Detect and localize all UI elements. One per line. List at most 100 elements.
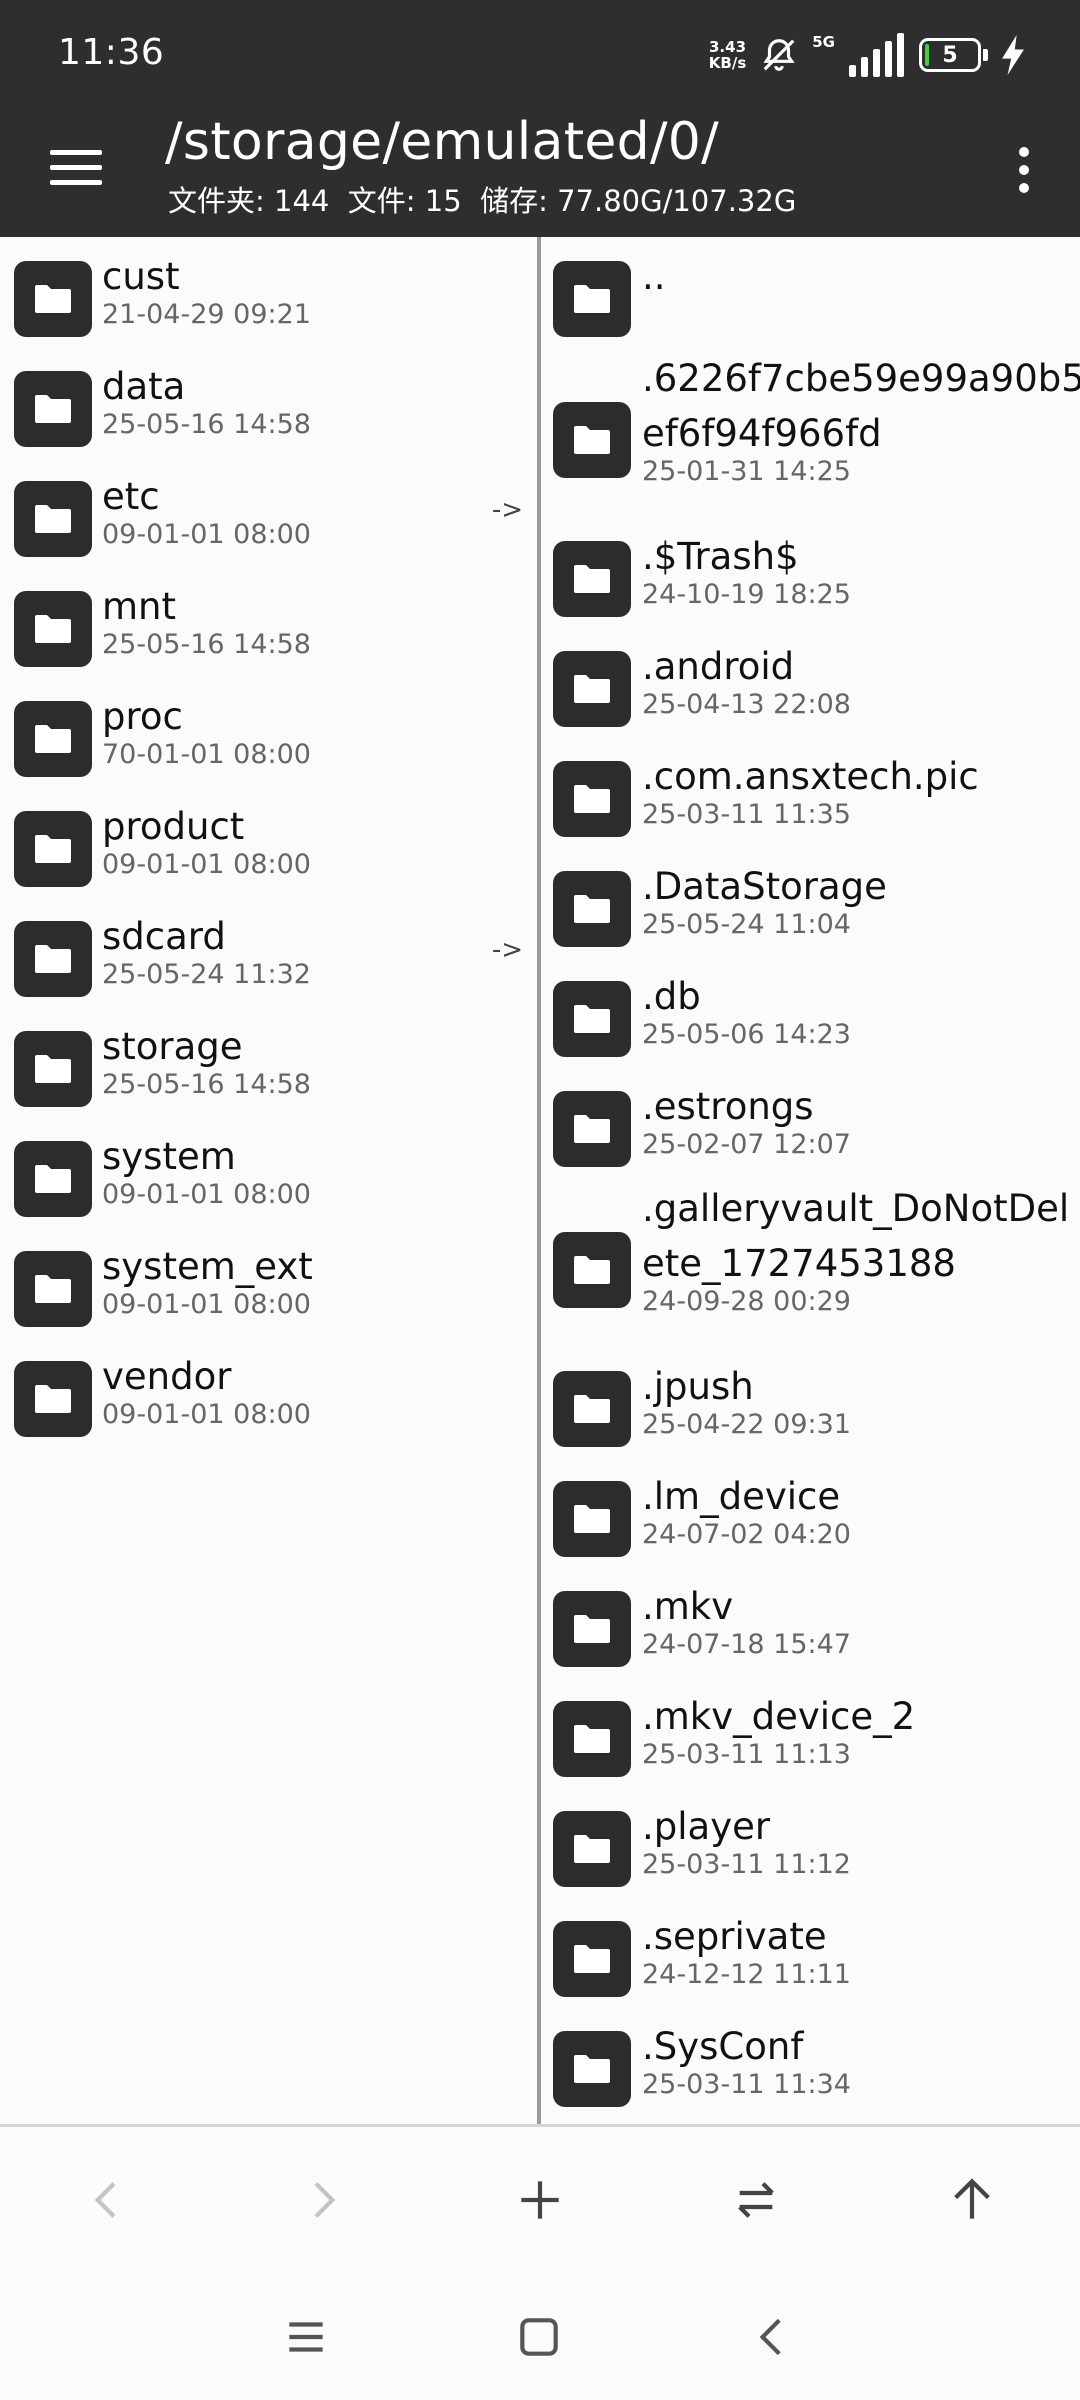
- folder-glyph: [35, 615, 71, 643]
- recents-button[interactable]: [261, 2292, 351, 2382]
- folder-glyph: [35, 285, 71, 313]
- folder-icon: [14, 1361, 92, 1437]
- parent-folder-button[interactable]: [927, 2155, 1017, 2245]
- folder-icon: [553, 2031, 631, 2107]
- file-list-item[interactable]: .seprivate 24-12-12 11:11: [541, 1907, 1080, 2017]
- battery-icon: 5: [919, 38, 981, 72]
- more-options-icon[interactable]: [992, 130, 1056, 210]
- file-list-item[interactable]: proc 70-01-01 08:00: [0, 687, 537, 797]
- item-date: 24-09-28 00:29: [642, 1286, 851, 1317]
- file-list-item[interactable]: .galleryvault_DoNotDel ete_1727453188 24-0…: [541, 1187, 1080, 1357]
- folder-glyph: [574, 675, 610, 703]
- item-name: ..: [642, 255, 666, 298]
- folder-glyph: [574, 2055, 610, 2083]
- file-list-item[interactable]: system 09-01-01 08:00: [0, 1127, 537, 1237]
- file-list-item[interactable]: storage 25-05-16 14:58: [0, 1017, 537, 1127]
- file-list-item[interactable]: data 25-05-16 14:58: [0, 357, 537, 467]
- file-list-item[interactable]: product 09-01-01 08:00: [0, 797, 537, 907]
- charging-icon: [1002, 35, 1024, 75]
- new-button[interactable]: [495, 2155, 585, 2245]
- dot: [1019, 147, 1029, 157]
- file-list-item[interactable]: .lm_device 24-07-02 04:20: [541, 1467, 1080, 1577]
- folder-icon: [553, 402, 631, 478]
- current-path: /storage/emulated/0/: [165, 112, 720, 172]
- file-list-item[interactable]: .6226f7cbe59e99a90b5c ef6f94f966fd 25-01-3…: [541, 357, 1080, 527]
- item-date: 25-05-24 11:32: [102, 959, 311, 990]
- item-name: system_ext: [102, 1245, 313, 1288]
- file-list-item[interactable]: .DataStorage 25-05-24 11:04: [541, 857, 1080, 967]
- folder-glyph: [35, 1165, 71, 1193]
- folder-icon: [553, 651, 631, 727]
- back-icon: [759, 2318, 781, 2356]
- file-list-item[interactable]: .SysConf 25-03-11 11:34: [541, 2017, 1080, 2124]
- item-date: 25-03-11 11:35: [642, 799, 851, 830]
- net-speed-value: 3.43: [709, 38, 747, 56]
- file-list-item[interactable]: .estrongs 25-02-07 12:07: [541, 1077, 1080, 1187]
- home-button[interactable]: [494, 2292, 584, 2382]
- signal-icon: [849, 33, 904, 77]
- left-pane[interactable]: cust 21-04-29 09:21 data 25-05-16 14:58 etc 0…: [0, 237, 537, 2124]
- dot: [1019, 183, 1029, 193]
- folder-glyph: [574, 785, 610, 813]
- file-list-item[interactable]: .db 25-05-06 14:23: [541, 967, 1080, 1077]
- item-date: 09-01-01 08:00: [102, 849, 311, 880]
- folder-icon: [14, 591, 92, 667]
- item-name: proc: [102, 695, 183, 738]
- recents-icon: [289, 2322, 323, 2352]
- item-name: .mkv_device_2: [642, 1695, 916, 1738]
- item-name: sdcard: [102, 915, 226, 958]
- right-pane[interactable]: .. .6226f7cbe59e99a90b5c ef6f94f966fd 25-01…: [541, 237, 1080, 2124]
- item-name: .SysConf: [642, 2025, 804, 2068]
- folder-glyph: [574, 426, 610, 454]
- folder-icon: [553, 1811, 631, 1887]
- item-date: 09-01-01 08:00: [102, 519, 311, 550]
- file-list-item[interactable]: .mkv 24-07-18 15:47: [541, 1577, 1080, 1687]
- file-list-item[interactable]: etc 09-01-01 08:00 ->: [0, 467, 537, 577]
- file-list-item[interactable]: .mkv_device_2 25-03-11 11:13: [541, 1687, 1080, 1797]
- folder-icon: [14, 1251, 92, 1327]
- symlink-arrow: ->: [491, 495, 523, 525]
- folder-glyph: [35, 945, 71, 973]
- folder-icon: [553, 1371, 631, 1447]
- status-time: 11:36: [58, 32, 165, 73]
- file-list-item[interactable]: .player 25-03-11 11:12: [541, 1797, 1080, 1907]
- folder-icon: [14, 261, 92, 337]
- hamburger-menu-icon[interactable]: [36, 132, 116, 202]
- system-back-button[interactable]: [728, 2292, 818, 2382]
- item-date: 70-01-01 08:00: [102, 739, 311, 770]
- folder-glyph: [35, 1385, 71, 1413]
- file-list-item[interactable]: .$Trash$ 24-10-19 18:25: [541, 527, 1080, 637]
- item-date: 24-10-19 18:25: [642, 579, 851, 610]
- item-date: 25-05-06 14:23: [642, 1019, 851, 1050]
- network-type: 5G: [812, 33, 835, 51]
- forward-button[interactable]: [278, 2155, 368, 2245]
- item-name: .$Trash$: [642, 535, 799, 578]
- file-list-item[interactable]: vendor 09-01-01 08:00: [0, 1347, 537, 1457]
- item-date: 25-05-16 14:58: [102, 629, 311, 660]
- arrow-up-icon: [954, 2178, 990, 2219]
- file-list-item[interactable]: ..: [541, 247, 1080, 357]
- file-list-item[interactable]: .com.ansxtech.pic 25-03-11 11:35: [541, 747, 1080, 857]
- back-button[interactable]: [62, 2155, 152, 2245]
- folder-glyph: [574, 1115, 610, 1143]
- chevron-right-icon: [314, 2182, 336, 2218]
- item-name: .lm_device: [642, 1475, 841, 1518]
- folder-glyph: [35, 1275, 71, 1303]
- folder-icon: [553, 761, 631, 837]
- folder-icon: [14, 371, 92, 447]
- folder-glyph: [574, 1005, 610, 1033]
- swap-panes-button[interactable]: [711, 2155, 801, 2245]
- folder-glyph: [574, 1615, 610, 1643]
- item-name: .player: [642, 1805, 771, 1848]
- file-list-item[interactable]: sdcard 25-05-24 11:32 ->: [0, 907, 537, 1017]
- system-nav-bar: [0, 2270, 1080, 2400]
- file-list-item[interactable]: .jpush 25-04-22 09:31: [541, 1357, 1080, 1467]
- file-list-item[interactable]: .android 25-04-13 22:08: [541, 637, 1080, 747]
- item-date: 25-04-13 22:08: [642, 689, 851, 720]
- folder-glyph: [35, 505, 71, 533]
- file-list-item[interactable]: cust 21-04-29 09:21: [0, 247, 537, 357]
- file-list-item[interactable]: system_ext 09-01-01 08:00: [0, 1237, 537, 1347]
- file-list-item[interactable]: mnt 25-05-16 14:58: [0, 577, 537, 687]
- folder-glyph: [35, 835, 71, 863]
- folder-icon: [14, 811, 92, 887]
